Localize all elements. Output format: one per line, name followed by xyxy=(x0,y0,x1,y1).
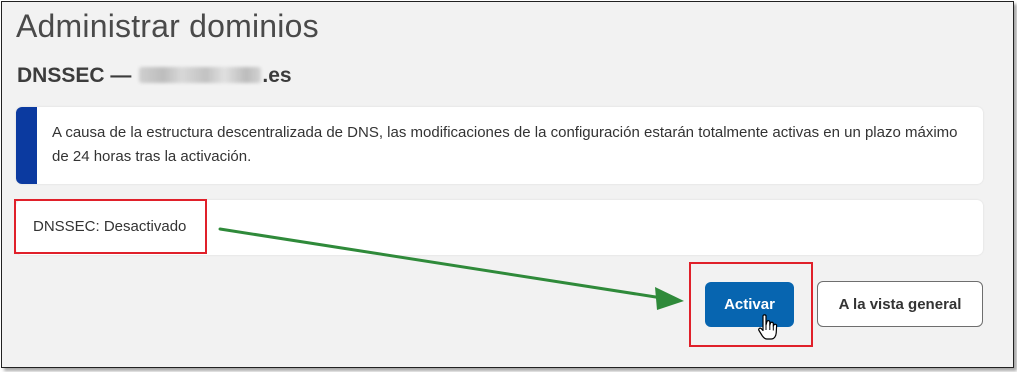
hand-pointer-icon xyxy=(758,314,778,340)
annotation-overlay xyxy=(218,227,778,340)
arrow-right-icon xyxy=(218,227,684,310)
